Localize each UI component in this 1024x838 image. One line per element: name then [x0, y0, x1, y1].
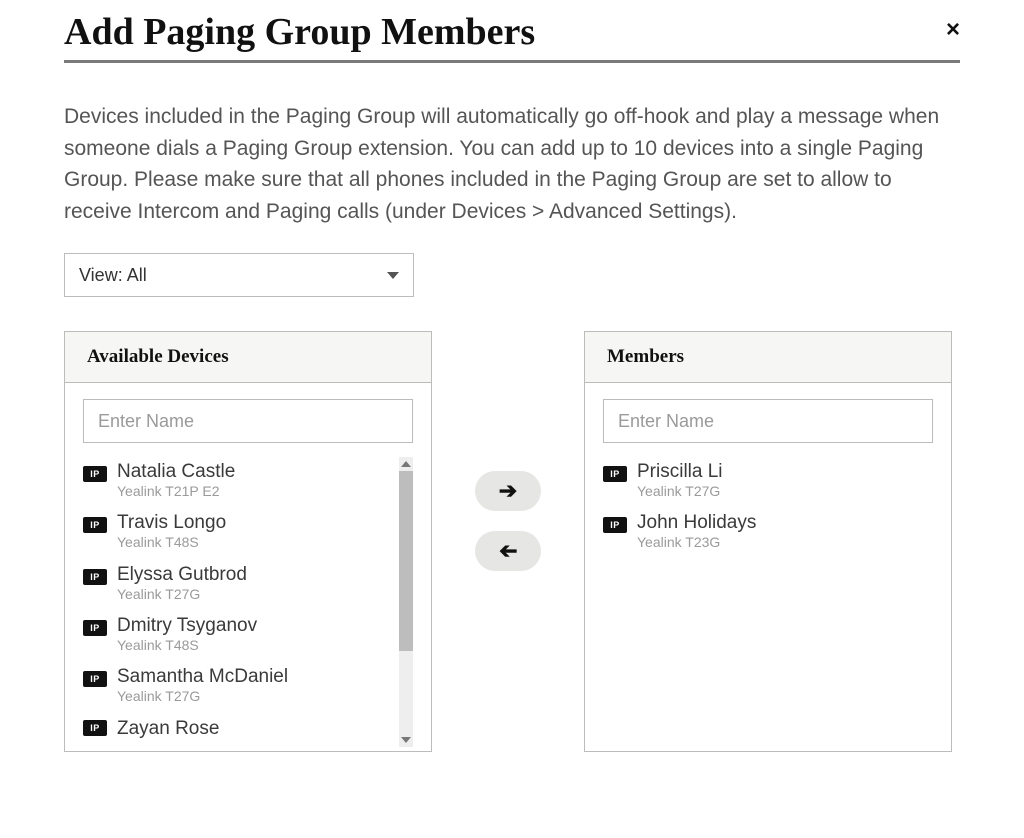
chevron-down-icon — [401, 737, 411, 743]
device-model-label: Yealink T27G — [117, 586, 413, 604]
list-item[interactable]: IP Samantha McDaniel Yealink T27G — [83, 662, 413, 713]
device-model-label: Yealink T27G — [117, 688, 413, 706]
members-list: IP Priscilla Li Yealink T27G IP John Hol… — [603, 457, 933, 805]
list-item[interactable]: IP Travis Longo Yealink T48S — [83, 508, 413, 559]
view-filter-label: View: All — [79, 265, 147, 286]
arrow-right-icon: ➔ — [499, 480, 517, 502]
ip-phone-icon: IP — [83, 569, 107, 585]
list-item[interactable]: IP Dmitry Tsyganov Yealink T48S — [83, 611, 413, 662]
ip-phone-icon: IP — [83, 671, 107, 687]
members-search-input[interactable] — [603, 399, 933, 443]
device-owner-name: Samantha McDaniel — [117, 666, 413, 688]
available-devices-header: Available Devices — [65, 332, 431, 383]
available-devices-panel: Available Devices IP Natalia Castle Yeal… — [64, 331, 432, 752]
add-member-button[interactable]: ➔ — [475, 471, 541, 511]
ip-phone-icon: IP — [83, 466, 107, 482]
list-item[interactable]: IP Elyssa Gutbrod Yealink T27G — [83, 560, 413, 611]
close-icon[interactable]: × — [946, 16, 960, 44]
members-panel: Members IP Priscilla Li Yealink T27G IP — [584, 331, 952, 752]
ip-phone-icon: IP — [603, 466, 627, 482]
device-model-label: Yealink T48S — [117, 534, 413, 552]
scroll-down-button[interactable] — [399, 733, 413, 747]
dialog-title: Add Paging Group Members — [64, 10, 535, 54]
device-model-label: Yealink T21P E2 — [117, 483, 413, 501]
dialog-description: Devices included in the Paging Group wil… — [64, 101, 960, 227]
view-filter-select[interactable]: View: All — [64, 253, 414, 297]
device-owner-name: Travis Longo — [117, 512, 413, 534]
chevron-up-icon — [401, 461, 411, 467]
list-item[interactable]: IP John Holidays Yealink T23G — [603, 508, 933, 559]
arrow-left-icon: ➔ — [499, 540, 517, 562]
device-model-label: Yealink T23G — [637, 534, 933, 552]
available-search-input[interactable] — [83, 399, 413, 443]
ip-phone-icon: IP — [83, 517, 107, 533]
title-divider — [64, 60, 960, 63]
list-item[interactable]: IP Zayan Rose — [83, 714, 413, 747]
scrollbar-thumb[interactable] — [399, 471, 413, 651]
members-header: Members — [585, 332, 951, 383]
ip-phone-icon: IP — [83, 720, 107, 736]
device-owner-name: John Holidays — [637, 512, 933, 534]
device-owner-name: Zayan Rose — [117, 718, 413, 740]
device-model-label: Yealink T27G — [637, 483, 933, 501]
device-owner-name: Elyssa Gutbrod — [117, 564, 413, 586]
available-scrollbar[interactable] — [399, 457, 413, 747]
device-owner-name: Natalia Castle — [117, 461, 413, 483]
chevron-down-icon — [387, 272, 399, 279]
ip-phone-icon: IP — [603, 517, 627, 533]
scroll-up-button[interactable] — [399, 457, 413, 471]
device-owner-name: Priscilla Li — [637, 461, 933, 483]
device-model-label: Yealink T48S — [117, 637, 413, 655]
remove-member-button[interactable]: ➔ — [475, 531, 541, 571]
transfer-buttons: ➔ ➔ — [460, 331, 556, 752]
ip-phone-icon: IP — [83, 620, 107, 636]
available-devices-list: IP Natalia Castle Yealink T21P E2 IP Tra… — [83, 457, 413, 747]
list-item[interactable]: IP Priscilla Li Yealink T27G — [603, 457, 933, 508]
device-owner-name: Dmitry Tsyganov — [117, 615, 413, 637]
list-item[interactable]: IP Natalia Castle Yealink T21P E2 — [83, 457, 413, 508]
